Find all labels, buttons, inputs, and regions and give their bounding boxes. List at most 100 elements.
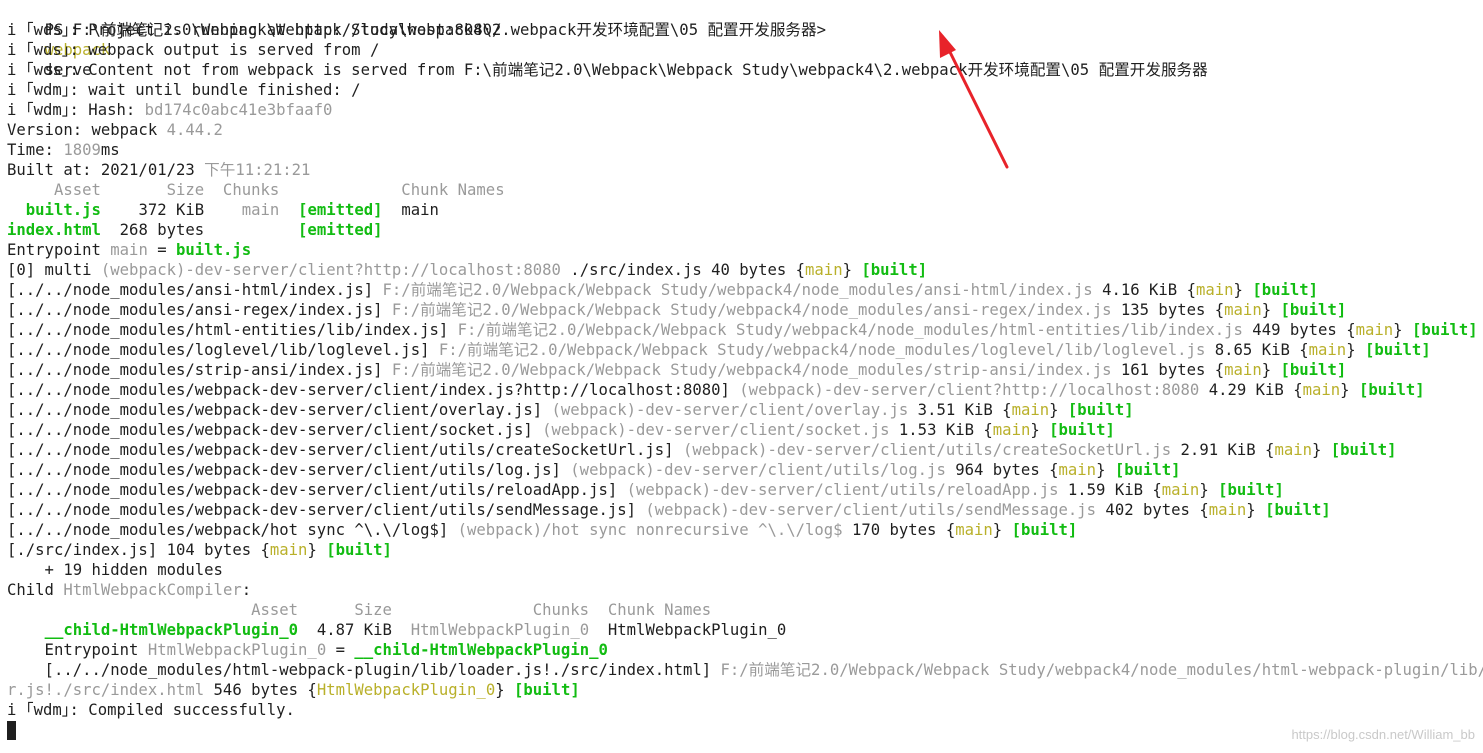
watermark-text: https://blog.csdn.net/William_bb [1291, 727, 1475, 742]
output-segment: main [1161, 481, 1200, 499]
output-segment: 2.91 KiB { [1171, 441, 1275, 459]
output-line: Time: 1809ms [7, 140, 120, 160]
output-line: [../../node_modules/webpack-dev-server/c… [7, 460, 1181, 480]
terminal-window[interactable]: PS F:\前端笔记2.0\Webpack\Webpack Study\webp… [0, 0, 1483, 753]
output-segment: i ｢wdm｣: wait until bundle finished: / [7, 81, 361, 99]
output-segment: (webpack)-dev-server/client/utils/create… [682, 441, 1172, 459]
output-segment: } [1393, 321, 1412, 339]
output-segment: main [955, 521, 993, 539]
output-segment: 372 KiB [100, 201, 242, 219]
output-segment: [built] [1218, 481, 1284, 499]
output-segment: [emitted] [298, 201, 383, 219]
output-segment: } [1030, 421, 1050, 439]
output-line: i ｢wds｣: Content not from webpack is ser… [7, 60, 1208, 80]
output-segment: } [1049, 401, 1068, 419]
output-segment: 161 bytes { [1111, 361, 1225, 379]
output-segment: 4.16 KiB { [1092, 281, 1196, 299]
output-segment: [built] [1411, 321, 1478, 339]
output-segment: [../../node_modules/webpack/hot sync ^\.… [7, 521, 458, 539]
output-line: [../../node_modules/webpack-dev-server/c… [7, 380, 1425, 400]
output-segment: i ｢wds｣: webpack output is served from / [7, 41, 380, 59]
arrow-head [939, 30, 956, 58]
output-segment: [../../node_modules/ansi-regex/index.js] [7, 301, 392, 319]
output-line: i ｢wdm｣: Hash: bd174c0abc41e3bfaaf0 [7, 100, 332, 120]
output-line: [../../node_modules/loglevel/lib/logleve… [7, 340, 1431, 360]
output-segment: r.js!./src/index.html [7, 681, 205, 699]
output-segment: bd174c0abc41e3bfaaf0 [144, 101, 333, 119]
output-segment: [built] [514, 681, 580, 699]
output-segment: 402 bytes { [1096, 501, 1209, 519]
output-segment: [../../node_modules/webpack-dev-server/c… [7, 381, 740, 399]
output-segment: [built] [1114, 461, 1181, 479]
arrow-shaft [940, 34, 1009, 169]
output-line: i ｢wds｣: Project is running at http://lo… [7, 20, 501, 40]
output-segment: (webpack)-dev-server/client?http://local… [100, 261, 561, 279]
output-segment: [built] [1330, 441, 1397, 459]
output-segment: main [1355, 321, 1394, 339]
output-segment: [built] [1252, 281, 1319, 299]
output-segment: Time: [7, 141, 64, 159]
output-segment: (webpack)-dev-server/client/socket.js [542, 421, 890, 439]
output-line: [../../node_modules/webpack-dev-server/c… [7, 500, 1331, 520]
output-line: i ｢wds｣: webpack output is served from / [7, 40, 379, 60]
output-segment: F:/前端笔记2.0/Webpack/Webpack Study/webpack… [391, 361, 1112, 379]
output-line: [../../node_modules/webpack/hot sync ^\.… [7, 520, 1077, 540]
output-line: [../../node_modules/html-webpack-plugin/… [7, 660, 1483, 680]
output-segment: 4.87 KiB [298, 621, 411, 639]
output-line: r.js!./src/index.html 546 bytes {HtmlWeb… [7, 680, 580, 700]
output-line: [../../node_modules/strip-ansi/index.js]… [7, 360, 1346, 380]
output-segment: main [805, 261, 843, 279]
output-segment: [../../node_modules/webpack-dev-server/c… [7, 461, 571, 479]
output-segment: } [992, 521, 1012, 539]
output-segment: main [1224, 301, 1262, 319]
output-segment: ms [100, 141, 120, 159]
output-line: [../../node_modules/webpack-dev-server/c… [7, 420, 1115, 440]
output-segment: main [1224, 361, 1262, 379]
output-segment: 4.44.2 [166, 121, 223, 139]
output-line: i ｢wdm｣: wait until bundle finished: / [7, 80, 361, 100]
output-segment: } [842, 261, 862, 279]
output-segment: [built] [1049, 421, 1115, 439]
output-segment: } [495, 681, 514, 699]
output-segment: HtmlWebpackCompiler [63, 581, 242, 599]
output-segment: } [1261, 301, 1281, 319]
output-segment: 170 bytes { [842, 521, 956, 539]
output-segment: i ｢wds｣: Project is running at http://lo… [7, 21, 502, 39]
output-segment: [built] [1358, 381, 1425, 399]
output-line: [../../node_modules/html-entities/lib/in… [7, 320, 1478, 340]
output-line: Version: webpack 4.44.2 [7, 120, 223, 140]
output-segment: Asset Size Chunks Chunk Names [7, 181, 505, 199]
red-arrow-annotation-icon [939, 30, 1009, 169]
output-segment: main [382, 201, 439, 219]
output-segment: [../../node_modules/html-webpack-plugin/… [7, 661, 721, 679]
output-segment: [../../node_modules/loglevel/lib/logleve… [7, 341, 439, 359]
output-segment: [built] [326, 541, 392, 559]
output-segment: i ｢wdm｣: Compiled successfully. [7, 701, 295, 719]
output-segment: F:/前端笔记2.0/Webpack/Webpack Study/webpack… [457, 321, 1243, 339]
output-segment: (webpack)-dev-server/client/overlay.js [551, 401, 909, 419]
output-segment: } [1261, 361, 1281, 379]
output-segment: } [1246, 501, 1266, 519]
output-line: [./src/index.js] 104 bytes {main} [built… [7, 540, 392, 560]
output-line: Child HtmlWebpackCompiler: [7, 580, 251, 600]
output-segment: 268 bytes [100, 221, 299, 239]
output-segment: main [1274, 441, 1312, 459]
output-segment: (webpack)-dev-server/client/utils/log.js [570, 461, 946, 479]
output-segment: HtmlWebpackPlugin_0 [410, 621, 590, 639]
output-line: [../../node_modules/webpack-dev-server/c… [7, 400, 1134, 420]
output-line: [0] multi (webpack)-dev-server/client?ht… [7, 260, 927, 280]
output-line: Entrypoint main = built.js [7, 240, 251, 260]
prompt-line: PS F:\前端笔记2.0\Webpack\Webpack Study\webp… [7, 0, 826, 79]
output-segment: main [110, 241, 148, 259]
output-line: Built at: 2021/01/23 下午11:21:21 [7, 160, 310, 180]
output-segment: + 19 hidden modules [7, 561, 223, 579]
output-line: [../../node_modules/ansi-regex/index.js]… [7, 300, 1346, 320]
output-segment: } [1199, 481, 1219, 499]
output-line: __child-HtmlWebpackPlugin_0 4.87 KiB Htm… [7, 620, 787, 640]
output-segment: [../../node_modules/webpack-dev-server/c… [7, 481, 627, 499]
output-segment: 546 bytes { [204, 681, 317, 699]
output-segment: __child-HtmlWebpackPlugin_0 [44, 621, 299, 639]
output-line: [../../node_modules/webpack-dev-server/c… [7, 440, 1397, 460]
output-segment: (webpack)-dev-server/client/utils/reload… [626, 481, 1059, 499]
output-line: [../../node_modules/ansi-html/index.js] … [7, 280, 1318, 300]
